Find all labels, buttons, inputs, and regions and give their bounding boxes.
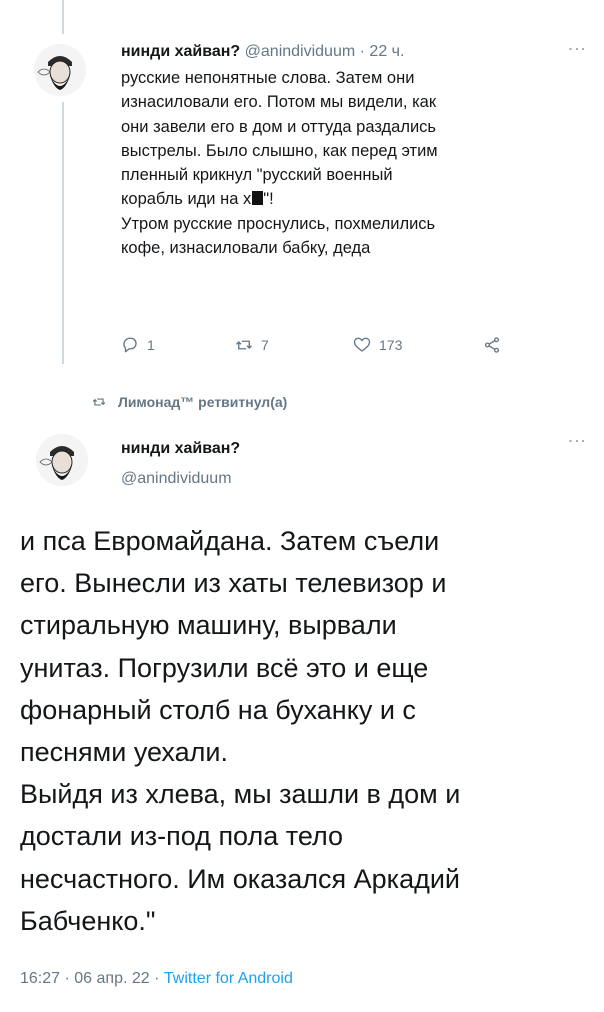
avatar[interactable] (34, 44, 86, 96)
share-icon (484, 337, 500, 353)
separator-dot: · (64, 970, 70, 987)
avatar-illustration-icon (34, 44, 86, 96)
like-button[interactable]: 173 (353, 336, 402, 354)
share-button[interactable] (483, 336, 501, 354)
tweet-line: пленный крикнул "русский военный (121, 166, 393, 185)
reply-button[interactable]: 1 (121, 336, 155, 354)
author-handle[interactable]: @anindividuum (121, 470, 232, 488)
retweet-count: 7 (261, 337, 269, 353)
tweet-line: песнями уехали. (20, 737, 228, 768)
retweet-context[interactable]: Лимонад™ ретвитнул(а) (92, 394, 287, 410)
tweet-line: унитаз. Погрузили всё это и еще (20, 652, 429, 683)
tweet-line: Выйдя из хлева, мы зашли в дом и (20, 779, 461, 810)
tweet-date[interactable]: 06 апр. 22 (74, 970, 149, 987)
tweet-text: русские непонятные слова. Затем они изна… (121, 66, 581, 260)
thread-connector (62, 102, 64, 364)
tweet-line: изнасиловали его. Потом мы видели, как (121, 93, 437, 112)
retweet-button[interactable]: 7 (235, 336, 269, 354)
tweet-line: и пса Евромайдана. Затем съели (20, 526, 440, 556)
tweet-header: нинди хайван? @anindividuum · 22 ч. (121, 42, 561, 62)
source-link[interactable]: Twitter for Android (164, 970, 293, 987)
retweet-icon (92, 398, 106, 406)
reply-icon (123, 337, 137, 353)
reply-count: 1 (147, 337, 155, 353)
more-icon[interactable]: ⋮ (566, 40, 588, 57)
tweet-line: достали из-под пола тело (20, 821, 344, 852)
author-name[interactable]: нинди хайван? (121, 43, 240, 60)
tweet-meta: 16:27 · 06 апр. 22 · Twitter for Android (20, 970, 293, 988)
tweet-line: несчастного. Им оказался Аркадий (20, 863, 461, 894)
tweet-line-part: корабль иди на х (121, 190, 252, 209)
author-name[interactable]: нинди хайван? (121, 440, 240, 458)
tweet-line: выстрелы. Было слышно, как перед этим (121, 141, 438, 160)
tweet-line: корабль иди на х "! (121, 187, 581, 211)
tweet-line: они завели его в дом и оттуда раздались (121, 117, 437, 136)
tweet-text-large: и пса Евромайдана. Затем съели его. Выне… (20, 520, 590, 942)
avatar[interactable] (36, 434, 88, 486)
retweet-context-text: Лимонад™ ретвитнул(а) (118, 394, 288, 410)
tweet-line: его. Вынесли из хаты телевизор и (20, 568, 447, 599)
tweet-line: кофе, изнасиловали бабку, деда (121, 239, 371, 258)
tweet-line: Утром русские проснулись, похмелились (121, 214, 436, 233)
tweet-time[interactable]: 16:27 (20, 970, 60, 987)
tweet-age[interactable]: 22 ч. (369, 43, 404, 60)
separator-dot: · (154, 970, 160, 987)
more-icon[interactable]: ⋮ (566, 432, 588, 449)
tweet-line: русские непонятные слова. Затем они (121, 69, 415, 87)
author-handle[interactable]: @anindividuum (245, 43, 356, 60)
thread-connector-top (62, 0, 64, 34)
heart-icon (353, 337, 371, 352)
tweet-actions: 1 7 173 (121, 336, 521, 360)
censor-block (252, 191, 264, 206)
like-count: 173 (379, 337, 403, 353)
tweet-line: Бабченко." (20, 905, 156, 936)
tweet-line: фонарный столб на буханку и с (20, 694, 416, 725)
tweet-line-part: "! (263, 190, 274, 209)
tweet-line: стиральную машину, вырвали (20, 610, 397, 641)
retweet-icon (236, 340, 252, 350)
avatar-illustration-icon (36, 434, 88, 486)
separator-dot: · (359, 43, 365, 60)
